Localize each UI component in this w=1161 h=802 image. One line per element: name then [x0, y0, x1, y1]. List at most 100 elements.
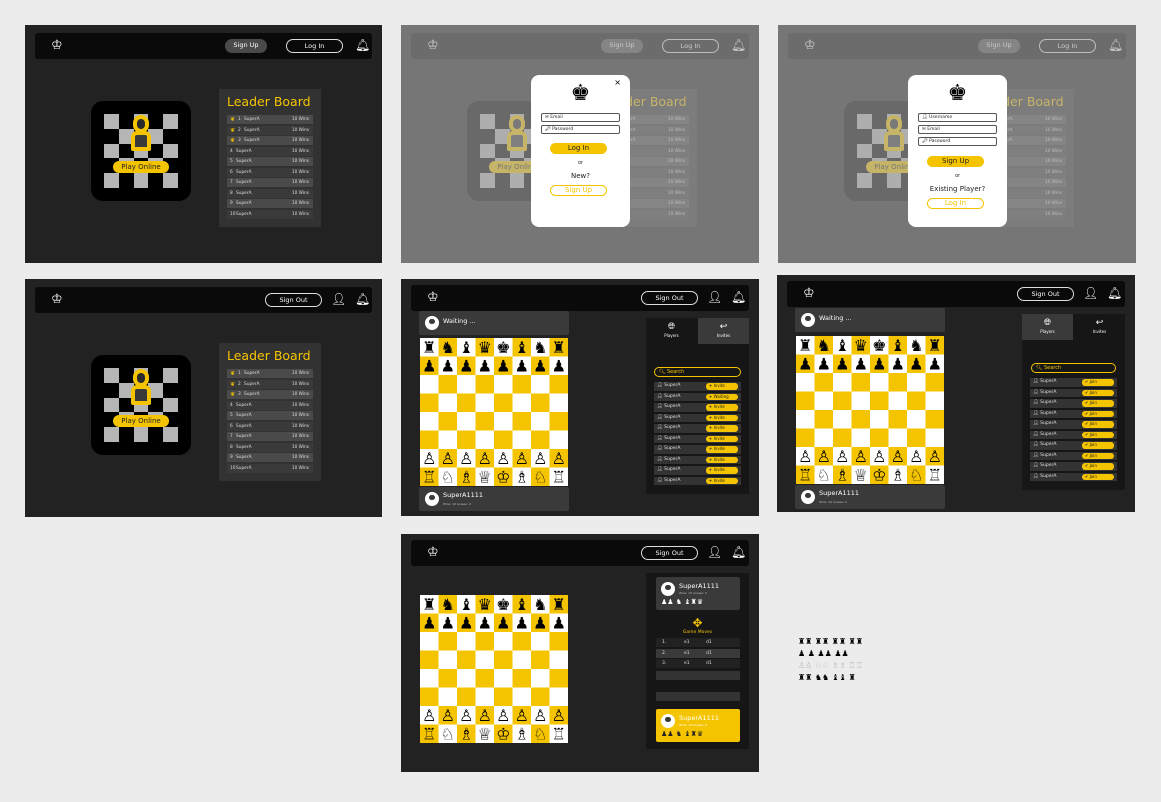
chess-piece[interactable]: ♖	[422, 468, 436, 486]
chess-piece[interactable]: ♘	[441, 468, 455, 486]
board-square[interactable]	[888, 373, 908, 392]
chess-piece[interactable]: ♟	[835, 355, 849, 374]
log-in-link-button[interactable]: Log In	[927, 198, 984, 209]
chess-piece[interactable]: ♞	[441, 338, 455, 357]
crown-icon[interactable]: ♔	[51, 291, 63, 309]
board-square[interactable]	[438, 650, 458, 670]
invite-button[interactable]: ✈ Waiting	[706, 393, 738, 400]
board-square[interactable]	[549, 430, 569, 450]
invite-button[interactable]: ✈ Invite	[706, 435, 738, 442]
board-square[interactable]	[494, 669, 513, 688]
invite-button[interactable]: ✈ Invite	[706, 383, 738, 390]
chess-piece[interactable]: ♙	[515, 449, 529, 468]
chess-piece[interactable]: ♙	[459, 706, 473, 725]
join-button[interactable]: ✔ Join	[1082, 452, 1114, 459]
chess-piece[interactable]: ♙	[533, 706, 547, 725]
chess-piece[interactable]: ♟	[891, 355, 905, 374]
board-square[interactable]	[438, 393, 458, 413]
invite-button[interactable]: ✈ Invite	[706, 425, 738, 432]
board-square[interactable]	[814, 373, 834, 392]
chess-piece[interactable]: ♙	[459, 449, 473, 468]
chess-piece[interactable]: ♙	[533, 449, 547, 468]
chess-piece[interactable]: ♘	[909, 466, 923, 484]
email-field[interactable]: ✉ Email	[541, 113, 620, 122]
chess-piece[interactable]: ♟	[798, 355, 812, 374]
log-in-button[interactable]: Log In	[286, 39, 343, 53]
board-square[interactable]	[438, 375, 458, 394]
board-square[interactable]	[925, 410, 945, 429]
chess-piece[interactable]: ♙	[552, 449, 566, 468]
board-square[interactable]	[851, 391, 871, 411]
chess-piece[interactable]: ♔	[872, 466, 886, 484]
sign-out-button[interactable]: Sign Out	[265, 293, 322, 307]
invite-button[interactable]: ✈ Invite	[706, 456, 738, 463]
log-in-submit-button[interactable]: Log In	[550, 143, 607, 154]
chess-piece[interactable]: ♘	[533, 725, 547, 743]
board-square[interactable]	[851, 428, 871, 448]
chess-piece[interactable]: ♟	[928, 355, 942, 374]
chess-piece[interactable]: ♙	[441, 449, 455, 468]
board-square[interactable]	[457, 687, 476, 707]
join-button[interactable]: ✔ Join	[1082, 431, 1114, 438]
board-square[interactable]	[494, 375, 513, 394]
board-square[interactable]	[549, 650, 569, 670]
board-square[interactable]	[888, 428, 908, 448]
chess-piece[interactable]: ♜	[422, 338, 436, 357]
join-button[interactable]: ✔ Join	[1082, 442, 1114, 449]
board-square[interactable]	[531, 430, 550, 450]
invite-button[interactable]: ✈ Invite	[706, 446, 738, 453]
board-square[interactable]	[420, 650, 439, 670]
search-input[interactable]: 🔍︎ Search	[654, 367, 741, 377]
board-square[interactable]	[475, 393, 495, 413]
chess-piece[interactable]: ♞	[533, 595, 547, 614]
chess-piece[interactable]: ♖	[552, 468, 566, 486]
board-square[interactable]	[457, 632, 476, 651]
sign-up-button[interactable]: Sign Up	[225, 39, 267, 53]
board-square[interactable]	[796, 428, 815, 448]
user-icon[interactable]: 👤︎	[707, 544, 722, 560]
board-square[interactable]	[833, 391, 852, 411]
join-button[interactable]: ✔ Join	[1082, 421, 1114, 428]
board-square[interactable]	[925, 391, 945, 411]
board-square[interactable]	[549, 632, 569, 651]
board-square[interactable]	[549, 412, 569, 431]
board-square[interactable]	[512, 375, 532, 394]
board-square[interactable]	[512, 669, 532, 688]
chess-piece[interactable]: ♟	[478, 614, 492, 633]
chess-piece[interactable]: ♚	[496, 338, 510, 357]
email-field[interactable]: ✉ Email	[918, 125, 997, 134]
play-online-tile[interactable]: Play Online	[91, 101, 191, 201]
chess-piece[interactable]: ♞	[441, 595, 455, 614]
chess-piece[interactable]: ♙	[928, 447, 942, 466]
board-square[interactable]	[494, 650, 513, 670]
chess-piece[interactable]: ♗	[891, 466, 905, 484]
chess-piece[interactable]: ♟	[459, 357, 473, 376]
chess-piece[interactable]: ♟	[515, 614, 529, 633]
board-square[interactable]	[870, 373, 889, 392]
board-square[interactable]	[512, 430, 532, 450]
board-square[interactable]	[833, 410, 852, 429]
board-square[interactable]	[549, 393, 569, 413]
search-input[interactable]: 🔍︎ Search	[1031, 363, 1116, 373]
board-square[interactable]	[475, 632, 495, 651]
board-square[interactable]	[475, 669, 495, 688]
chess-piece[interactable]: ♝	[515, 595, 529, 614]
board-square[interactable]	[549, 375, 569, 394]
chess-piece[interactable]: ♗	[459, 725, 473, 743]
chess-piece[interactable]: ♞	[533, 338, 547, 357]
board-square[interactable]	[531, 669, 550, 688]
chess-piece[interactable]: ♗	[515, 725, 529, 743]
board-square[interactable]	[531, 650, 550, 670]
join-button[interactable]: ✔ Join	[1082, 463, 1114, 470]
password-field[interactable]: 🔑︎ Password	[541, 125, 620, 134]
chess-piece[interactable]: ♘	[817, 466, 831, 484]
invite-button[interactable]: ✈ Invite	[706, 414, 738, 421]
chess-piece[interactable]: ♟	[441, 357, 455, 376]
board-square[interactable]	[925, 428, 945, 448]
user-icon[interactable]: 👤︎	[1083, 285, 1098, 301]
chess-piece[interactable]: ♝	[835, 336, 849, 355]
chess-piece[interactable]: ♟	[552, 614, 566, 633]
chess-piece[interactable]: ♖	[422, 725, 436, 743]
chess-piece[interactable]: ♛	[478, 595, 492, 614]
board-square[interactable]	[531, 412, 550, 431]
